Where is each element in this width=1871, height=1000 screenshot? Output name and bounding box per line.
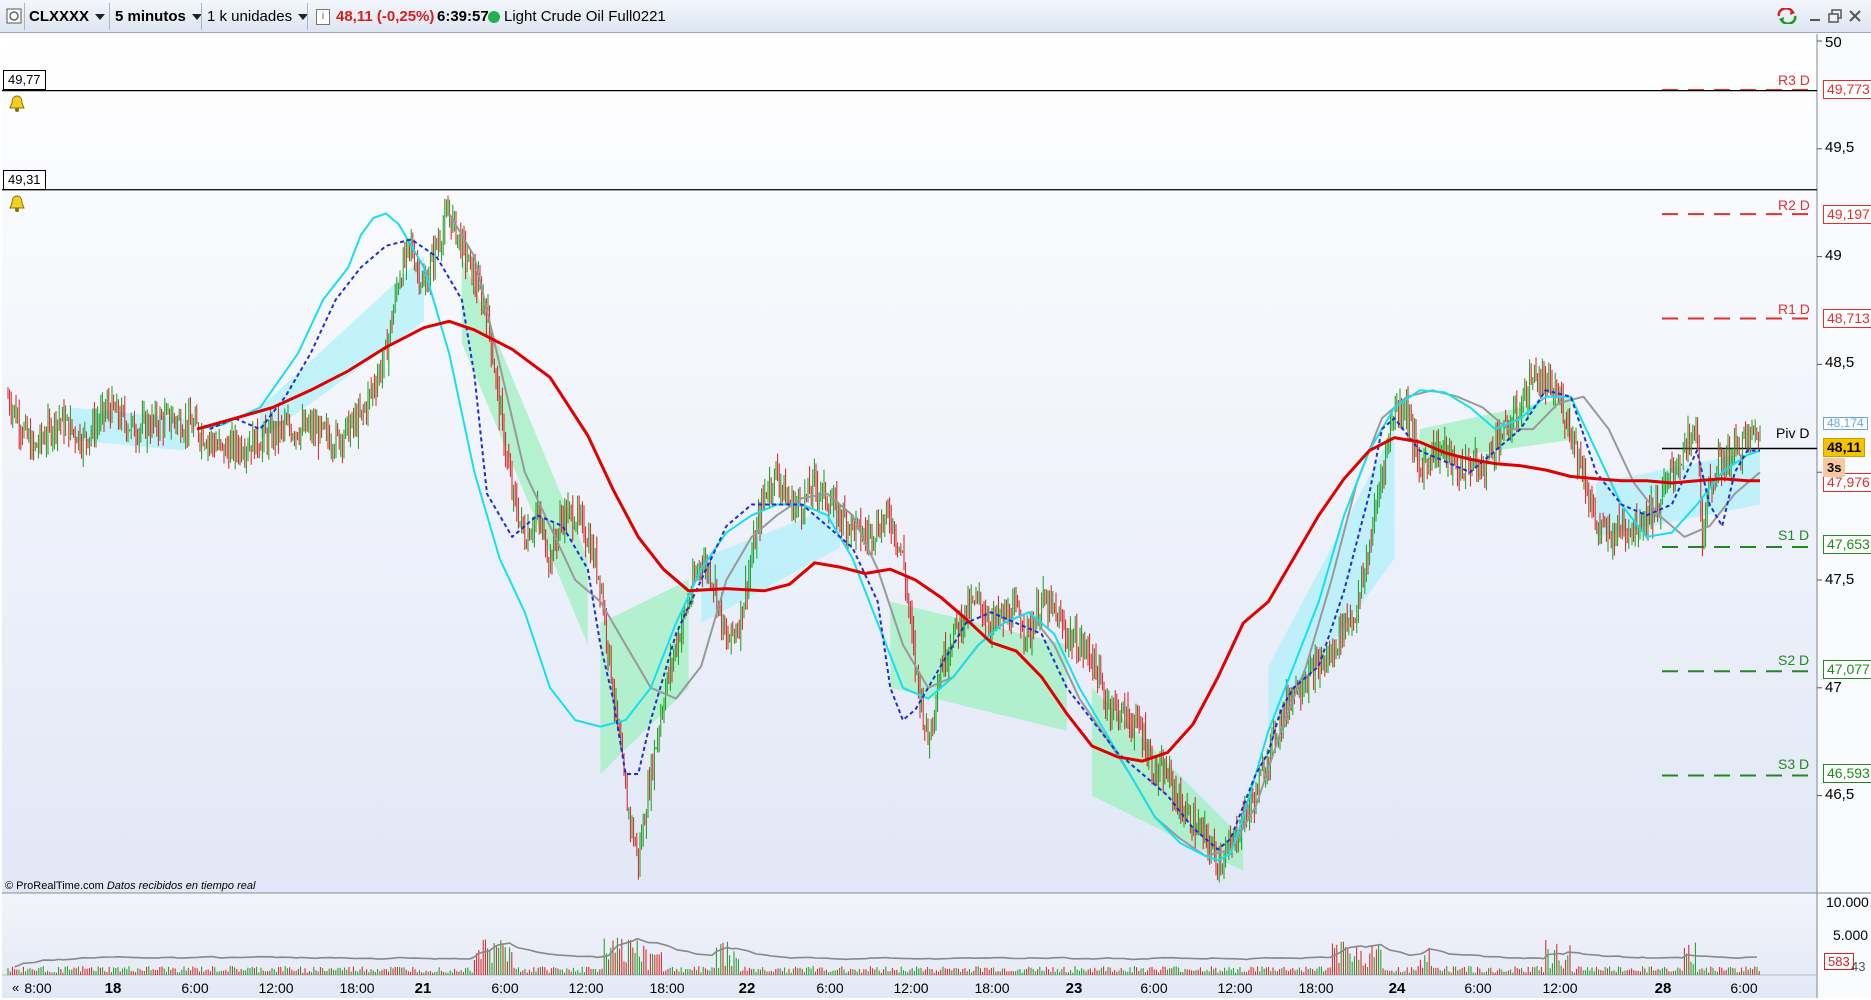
s2-label: S2 D [1778,652,1810,668]
time-tick-label: 21 [414,980,432,997]
price-tick-label: 49 [1825,247,1842,264]
credit-brand: © ProRealTime.com [5,880,104,892]
bell-icon[interactable] [7,194,27,214]
r1-price-tag: 48,713 [1823,309,1871,328]
time-tick-label: 8:00 [24,980,52,996]
time-tick-label: 6:00 [816,980,844,996]
price-tick-label: 49,5 [1825,139,1855,156]
last-price-tag: 48,11 [1823,438,1866,457]
price-chart [2,34,1871,998]
time-tick-label: 18 [104,980,122,997]
price-tick-label: 47,5 [1825,571,1855,588]
volume-extra-label: 43 [1851,959,1866,974]
volume-tick-label: 10.000 [1826,894,1869,910]
price-tick-label: 50 [1825,34,1842,51]
s2-price-tag: 47,077 [1823,660,1871,679]
indicator-price-tag: 48,174 [1823,417,1868,430]
r2-label: R2 D [1778,197,1810,213]
time-tick-label: 6:00 [181,980,209,996]
bell-icon[interactable] [7,94,27,114]
price-axis-background [1817,34,1871,998]
r3-price-tag: 49,773 [1823,80,1871,99]
r3-label: R3 D [1778,72,1810,88]
volume-last-tag: 583 [1824,953,1854,970]
time-tick-label: 12:00 [1542,980,1578,996]
time-tick-label: 28 [1654,980,1672,997]
time-tick-label: 12:00 [893,980,929,996]
time-tick-label: 24 [1388,980,1406,997]
time-tick-label: 6:00 [491,980,519,996]
r2-price-tag: 49,197 [1823,205,1871,224]
time-tick-label: 18:00 [974,980,1010,996]
scroll-back-button[interactable]: « [12,980,19,995]
price-tick-label: 46,5 [1825,786,1855,803]
time-tick-label: 23 [1065,980,1083,997]
r1-label: R1 D [1778,301,1810,317]
volume-tick-label: 5.000 [1833,927,1869,943]
time-tick-label: 6:00 [1464,980,1492,996]
pivot-label: Piv D [1776,425,1810,441]
time-tick-label: 12:00 [1217,980,1253,996]
alert-price-label[interactable]: 49,77 [3,70,46,90]
time-tick-label: 18:00 [339,980,375,996]
time-tick-label: 18:00 [649,980,685,996]
credit-note: Datos recibidos en tiempo real [106,880,256,892]
s3-label: S3 D [1778,756,1810,772]
alert-price-label[interactable]: 49,31 [3,170,46,190]
data-credit: © ProRealTime.com Datos recibidos en tie… [5,880,255,892]
price-tick-label: 47 [1825,679,1842,696]
time-tick-label: 6:00 [1140,980,1168,996]
s3-price-tag: 46,593 [1823,764,1871,783]
time-tick-label: 6:00 [1730,980,1758,996]
s1-label: S1 D [1778,527,1810,543]
time-tick-label: 18:00 [1298,980,1334,996]
s1-price-tag: 47,653 [1823,535,1871,554]
price-pane-background [2,34,1817,893]
time-tick-label: 12:00 [568,980,604,996]
time-tick-label: 22 [738,980,756,997]
time-tick-label: 12:00 [258,980,294,996]
countdown-tag: 3s [1823,458,1846,477]
price-tick-label: 48,5 [1825,354,1855,371]
